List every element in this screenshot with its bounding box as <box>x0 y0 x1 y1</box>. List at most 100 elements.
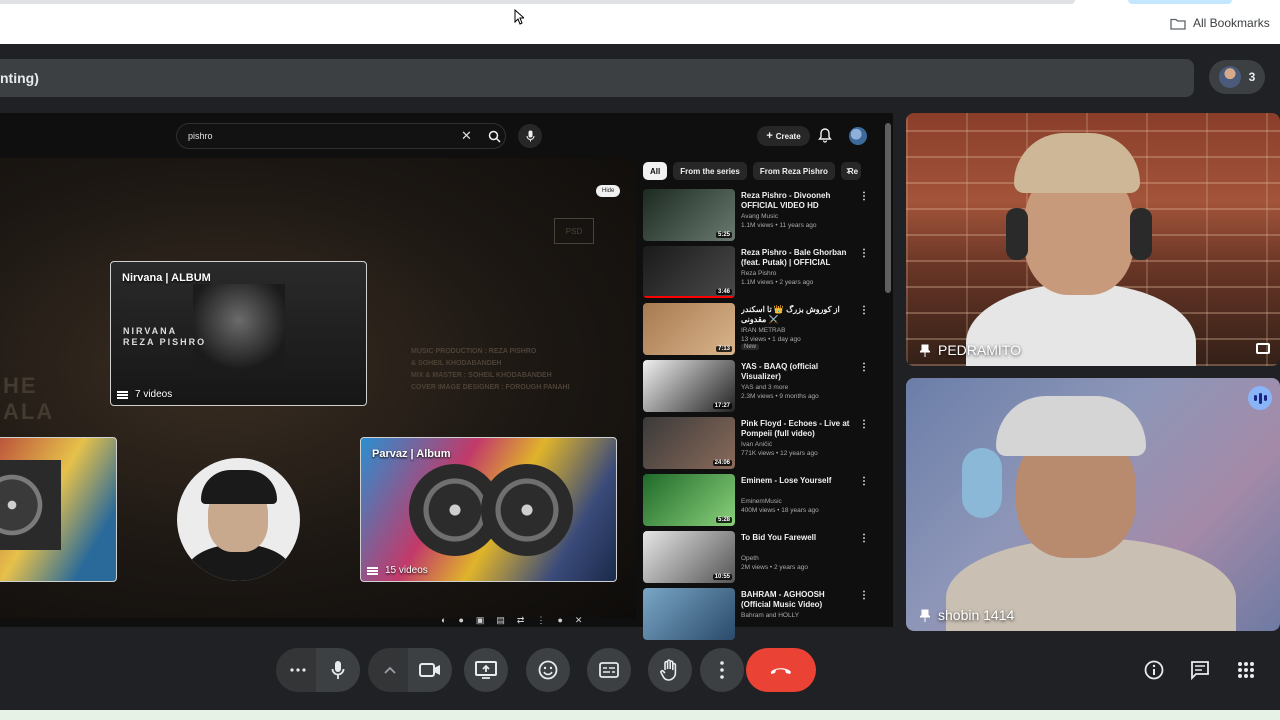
participant-tile[interactable]: PEDRAMITO <box>906 113 1280 366</box>
video-channel[interactable]: Opeth <box>741 554 853 563</box>
more-vert-icon[interactable]: ⋮ <box>859 419 869 430</box>
voice-search-button[interactable] <box>518 124 542 148</box>
more-vert-icon[interactable]: ⋮ <box>859 191 869 202</box>
more-vert-icon[interactable]: ⋮ <box>859 248 869 259</box>
video-title[interactable]: BAHRAM - AGHOOSH (Official Music Video) <box>741 590 853 610</box>
more-options-icon[interactable]: ⋮ <box>536 615 545 626</box>
album-cover-image <box>193 284 285 374</box>
speaking-indicator-icon <box>1248 386 1272 410</box>
end-call-button[interactable] <box>746 648 816 692</box>
more-vert-icon[interactable]: ⋮ <box>859 590 869 601</box>
close-icon[interactable]: ✕ <box>575 615 583 626</box>
chip-related[interactable]: Re <box>840 162 861 180</box>
chat-button[interactable] <box>1188 658 1212 682</box>
video-channel[interactable]: Ivan Aničić <box>741 440 853 449</box>
participants-button[interactable]: 3 <box>1209 60 1265 94</box>
video-thumbnail[interactable]: 24:06 <box>643 417 735 469</box>
video-title[interactable]: Reza Pishro - Divooneh OFFICIAL VIDEO HD <box>741 191 853 211</box>
autoplay-toggle-icon[interactable]: ◐ <box>441 615 446 625</box>
video-stats: 2M views • 2 years ago <box>741 564 808 571</box>
video-channel[interactable]: Avang Music <box>741 212 853 221</box>
playlist-icon <box>367 566 378 575</box>
camera-options-button[interactable] <box>368 648 412 692</box>
create-button[interactable]: + Create <box>757 126 810 146</box>
playlist-count: 15 videos <box>367 565 428 576</box>
credit-line: & SOHEIL KHODABANDEH <box>411 360 502 367</box>
video-player[interactable]: Hide PSD HE ALA MUSIC PRODUCTION : REZA … <box>0 158 636 618</box>
video-list-item[interactable]: 24:06 Pink Floyd - Echoes - Live at Pompe… <box>643 417 883 474</box>
video-title[interactable]: To Bid You Farewell <box>741 533 853 543</box>
pin-icon[interactable] <box>920 609 930 622</box>
more-options-button[interactable] <box>276 648 320 692</box>
video-channel[interactable]: IRAN METRAB <box>741 326 853 335</box>
more-vert-icon[interactable]: ⋮ <box>859 476 869 487</box>
video-thumbnail[interactable]: 10:55 <box>643 531 735 583</box>
info-icon[interactable]: ● <box>557 615 562 625</box>
headphone-right <box>1130 208 1152 260</box>
video-list-item[interactable]: 3:46 Reza Pishro - Bale Ghorban (feat. Pu… <box>643 246 883 303</box>
end-card-playlist-parvaz[interactable]: Parvaz | Album 15 videos <box>360 437 617 582</box>
raise-hand-icon <box>660 659 677 681</box>
youtube-search-input[interactable]: pishro ✕ <box>176 123 506 149</box>
meeting-details-button[interactable] <box>1142 658 1166 682</box>
camera-button[interactable] <box>408 648 452 692</box>
video-thumbnail[interactable] <box>643 588 735 640</box>
video-channel[interactable]: Bahram and HOLLY <box>741 611 853 620</box>
settings-icon[interactable]: ▤ <box>496 615 505 626</box>
video-title[interactable]: Pink Floyd - Echoes - Live at Pompeii (f… <box>741 419 853 439</box>
more-vert-icon[interactable]: ⋮ <box>859 305 869 316</box>
pin-icon[interactable] <box>920 344 930 357</box>
raise-hand-button[interactable] <box>648 648 692 692</box>
video-thumbnail[interactable]: 5:28 <box>643 474 735 526</box>
more-actions-button[interactable] <box>700 648 744 692</box>
loop-icon[interactable]: ⇄ <box>517 615 525 626</box>
activities-button[interactable] <box>1234 658 1258 682</box>
video-thumbnail[interactable]: 5:25 <box>643 189 735 241</box>
participant-tile[interactable]: shobin 1414 <box>906 378 1280 631</box>
end-card-partial[interactable] <box>0 437 117 582</box>
chevron-right-icon[interactable]: › <box>846 163 850 177</box>
more-vert-icon[interactable]: ⋮ <box>859 362 869 373</box>
video-list-item[interactable]: 7:13 از کوروش بزرگ 👑 تا اسکندر مقدونی ⚔️ I… <box>643 303 883 360</box>
video-thumbnail[interactable]: 7:13 <box>643 303 735 355</box>
profile-pill[interactable] <box>1128 0 1232 4</box>
channel-subscribe-portrait[interactable] <box>177 458 300 581</box>
video-list-item[interactable]: 17:27 YAS - BAAQ (official Visualizer) YAS… <box>643 360 883 417</box>
video-list-item[interactable]: 10:55 To Bid You Farewell Opeth 2M views • … <box>643 531 883 588</box>
more-vert-icon[interactable]: ⋮ <box>859 533 869 544</box>
video-thumbnail[interactable]: 3:46 <box>643 246 735 298</box>
filter-chips: All From the series From Reza Pishro Re <box>643 162 861 180</box>
microphone-button[interactable] <box>316 648 360 692</box>
youtube-account-avatar[interactable] <box>849 127 867 145</box>
video-title[interactable]: Eminem - Lose Yourself <box>741 476 853 486</box>
search-button[interactable] <box>480 123 508 149</box>
video-title[interactable]: YAS - BAAQ (official Visualizer) <box>741 362 853 382</box>
video-list-item[interactable]: 5:25 Reza Pishro - Divooneh OFFICIAL VIDE… <box>643 189 883 246</box>
video-thumbnail[interactable]: 17:27 <box>643 360 735 412</box>
chip-all[interactable]: All <box>643 162 668 180</box>
expand-tile-icon[interactable] <box>1256 343 1270 354</box>
notifications-bell-icon[interactable] <box>818 127 832 143</box>
reactions-button[interactable] <box>526 648 570 692</box>
playlist-count: 7 videos <box>117 389 172 400</box>
all-bookmarks-label: All Bookmarks <box>1193 16 1270 30</box>
video-channel[interactable]: YAS and 3 more <box>741 383 853 392</box>
clear-search-icon[interactable]: ✕ <box>461 128 472 144</box>
video-duration: 17:27 <box>712 403 732 409</box>
all-bookmarks-button[interactable]: All Bookmarks <box>1170 14 1270 32</box>
video-channel[interactable]: EminemMusic <box>741 497 853 506</box>
chip-from-the-series[interactable]: From the series <box>673 162 747 180</box>
video-channel[interactable]: Reza Pishro <box>741 269 853 278</box>
hide-button[interactable]: Hide <box>596 185 621 197</box>
video-title[interactable]: از کوروش بزرگ 👑 تا اسکندر مقدونی ⚔️ <box>741 305 853 325</box>
scrollbar[interactable] <box>885 123 891 293</box>
miniplayer-icon[interactable]: ● <box>458 615 463 625</box>
video-list-item[interactable]: BAHRAM - AGHOOSH (Official Music Video) B… <box>643 588 883 645</box>
captions-icon[interactable]: ▣ <box>476 615 485 626</box>
video-list-item[interactable]: 5:28 Eminem - Lose Yourself EminemMusic 400… <box>643 474 883 531</box>
chip-from-reza-pishro[interactable]: From Reza Pishro <box>752 162 835 180</box>
captions-button[interactable] <box>587 648 631 692</box>
video-title[interactable]: Reza Pishro - Bale Ghorban (feat. Putak)… <box>741 248 853 269</box>
present-screen-button[interactable] <box>464 648 508 692</box>
end-card-playlist-nirvana[interactable]: Nirvana | ALBUM NIRVANA REZA PISHRO 7 vid… <box>110 261 367 406</box>
